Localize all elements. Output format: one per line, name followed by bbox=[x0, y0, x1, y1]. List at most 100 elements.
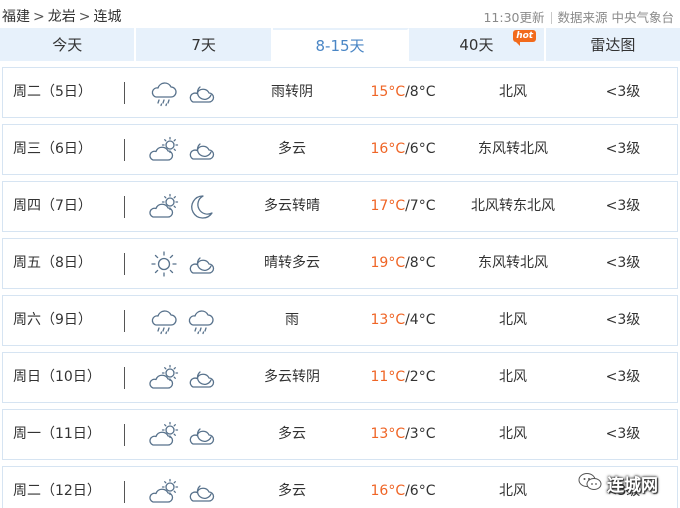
temp-low: /8°C bbox=[405, 255, 436, 271]
tab-8-15-days[interactable]: 8-15天 bbox=[272, 28, 410, 61]
meta-divider bbox=[550, 12, 552, 24]
temp-low: /4°C bbox=[405, 312, 436, 328]
forecast-wind: 北风 bbox=[499, 426, 527, 442]
moon-icon bbox=[191, 195, 213, 219]
forecast-wind-level: <3级 bbox=[605, 255, 641, 271]
partly-cloudy-icon bbox=[149, 364, 179, 389]
forecast-temperature: 19°C/8°C bbox=[353, 239, 453, 288]
forecast-wind: 北风 bbox=[499, 369, 527, 385]
forecast-tabs: 今天 7天 8-15天 40天 hot 雷达图 bbox=[0, 28, 680, 61]
temp-high: 11°C bbox=[370, 369, 406, 385]
temp-low: /3°C bbox=[405, 426, 436, 442]
forecast-row: 周四（7日） 多云转晴 17°C/7°C 北风转东北风 <3级 bbox=[2, 181, 678, 232]
forecast-condition: 多云 bbox=[278, 141, 306, 157]
temp-high: 13°C bbox=[370, 426, 406, 442]
temp-low: /7°C bbox=[405, 198, 436, 214]
row-divider bbox=[124, 82, 125, 104]
row-divider bbox=[124, 253, 125, 275]
forecast-day: 周五（8日） bbox=[13, 255, 92, 271]
temp-high: 16°C bbox=[370, 141, 406, 157]
forecast-condition: 多云转晴 bbox=[264, 198, 320, 214]
rain-cloud-icon bbox=[188, 310, 214, 335]
forecast-temperature: 11°C/2°C bbox=[353, 353, 453, 402]
forecast-wind: 东风转北风 bbox=[478, 255, 548, 271]
forecast-temperature: 16°C/6°C bbox=[353, 125, 453, 174]
cloudy-night-icon bbox=[189, 86, 215, 103]
temp-low: /6°C bbox=[405, 483, 436, 499]
forecast-wind-level: <3级 bbox=[605, 369, 641, 385]
rain-cloud-icon bbox=[151, 82, 177, 107]
forecast-temperature: 13°C/4°C bbox=[353, 296, 453, 345]
forecast-wind-level: <3级 bbox=[605, 84, 641, 100]
forecast-wind: 北风 bbox=[499, 312, 527, 328]
top-bar: 福建 > 龙岩 > 连城 11:30更新 数据来源 中央气象台 bbox=[0, 0, 680, 28]
forecast-condition: 雨 bbox=[285, 312, 299, 328]
forecast-condition: 晴转多云 bbox=[264, 255, 320, 271]
forecast-wind: 北风 bbox=[499, 483, 527, 499]
rain-cloud-icon bbox=[151, 310, 177, 335]
hot-badge: hot bbox=[513, 30, 537, 46]
row-divider bbox=[124, 196, 125, 218]
forecast-row: 周三（6日） 多云 16°C/6°C 东风转北风 <3级 bbox=[2, 124, 678, 175]
update-time: 11:30更新 bbox=[483, 10, 545, 25]
temp-low: /8°C bbox=[405, 84, 436, 100]
forecast-wind-level: <3级 bbox=[605, 426, 641, 442]
update-meta: 11:30更新 数据来源 中央气象台 bbox=[483, 7, 674, 26]
tab-today[interactable]: 今天 bbox=[0, 28, 137, 61]
breadcrumb: 福建 > 龙岩 > 连城 bbox=[2, 6, 121, 26]
row-divider bbox=[124, 424, 125, 446]
forecast-day: 周日（10日） bbox=[13, 369, 101, 385]
cloudy-night-icon bbox=[189, 143, 215, 160]
forecast-wind-level: <3级 bbox=[605, 198, 641, 214]
tab-7-days[interactable]: 7天 bbox=[136, 28, 273, 61]
tab-label: 8-15天 bbox=[315, 37, 365, 55]
temp-low: /2°C bbox=[405, 369, 436, 385]
tab-radar[interactable]: 雷达图 bbox=[545, 28, 680, 61]
forecast-day: 周二（5日） bbox=[13, 84, 92, 100]
forecast-condition: 雨转阴 bbox=[271, 84, 313, 100]
forecast-condition: 多云 bbox=[278, 483, 306, 499]
cloudy-night-icon bbox=[189, 257, 215, 274]
temp-high: 15°C bbox=[370, 84, 406, 100]
forecast-temperature: 15°C/8°C bbox=[353, 68, 453, 117]
watermark: 连城网 bbox=[575, 470, 680, 496]
cloudy-night-icon bbox=[189, 371, 215, 388]
tab-label: 40天 bbox=[459, 36, 494, 54]
breadcrumb-separator: > bbox=[78, 9, 91, 25]
cloudy-night-icon bbox=[189, 428, 215, 445]
row-divider bbox=[124, 367, 125, 389]
temp-high: 17°C bbox=[370, 198, 406, 214]
breadcrumb-province[interactable]: 福建 bbox=[2, 9, 30, 25]
breadcrumb-separator: > bbox=[33, 9, 45, 25]
row-divider bbox=[124, 310, 125, 332]
forecast-day: 周一（11日） bbox=[13, 426, 101, 442]
forecast-day: 周二（12日） bbox=[13, 483, 101, 499]
tab-40-days[interactable]: 40天 hot bbox=[409, 28, 546, 61]
temp-high: 19°C bbox=[370, 255, 406, 271]
forecast-temperature: 16°C/6°C bbox=[353, 467, 453, 508]
forecast-wind: 北风 bbox=[499, 84, 527, 100]
tab-label: 雷达图 bbox=[590, 36, 636, 54]
breadcrumb-city[interactable]: 龙岩 bbox=[48, 9, 76, 25]
forecast-row: 周二（5日） 雨转阴 15°C/8°C 北风 <3级 bbox=[2, 67, 678, 118]
forecast-wind: 北风转东北风 bbox=[471, 198, 555, 214]
forecast-day: 周六（9日） bbox=[13, 312, 92, 328]
breadcrumb-district: 连城 bbox=[93, 9, 122, 25]
forecast-condition: 多云 bbox=[278, 426, 306, 442]
forecast-wind-level: <3级 bbox=[605, 312, 641, 328]
temp-high: 13°C bbox=[370, 312, 406, 328]
chat-bubble-icon bbox=[578, 473, 602, 490]
sun-icon bbox=[151, 251, 177, 277]
forecast-day: 周四（7日） bbox=[13, 198, 92, 214]
temp-high: 16°C bbox=[370, 483, 406, 499]
cloudy-night-icon bbox=[189, 485, 215, 502]
forecast-condition: 多云转阴 bbox=[264, 369, 320, 385]
forecast-day: 周三（6日） bbox=[13, 141, 92, 157]
forecast-row: 周一（11日） 多云 13°C/3°C 北风 <3级 bbox=[2, 409, 678, 460]
forecast-row: 周六（9日） 雨 13°C/4°C 北风 <3级 bbox=[2, 295, 678, 346]
partly-cloudy-icon bbox=[149, 421, 179, 446]
tab-label: 7天 bbox=[191, 36, 216, 54]
forecast-row: 周日（10日） 多云转阴 11°C/2°C 北风 <3级 bbox=[2, 352, 678, 403]
forecast-wind-level: <3级 bbox=[605, 141, 641, 157]
forecast-row: 周五（8日） 晴转多云 19°C/8°C 东风转北风 <3级 bbox=[2, 238, 678, 289]
